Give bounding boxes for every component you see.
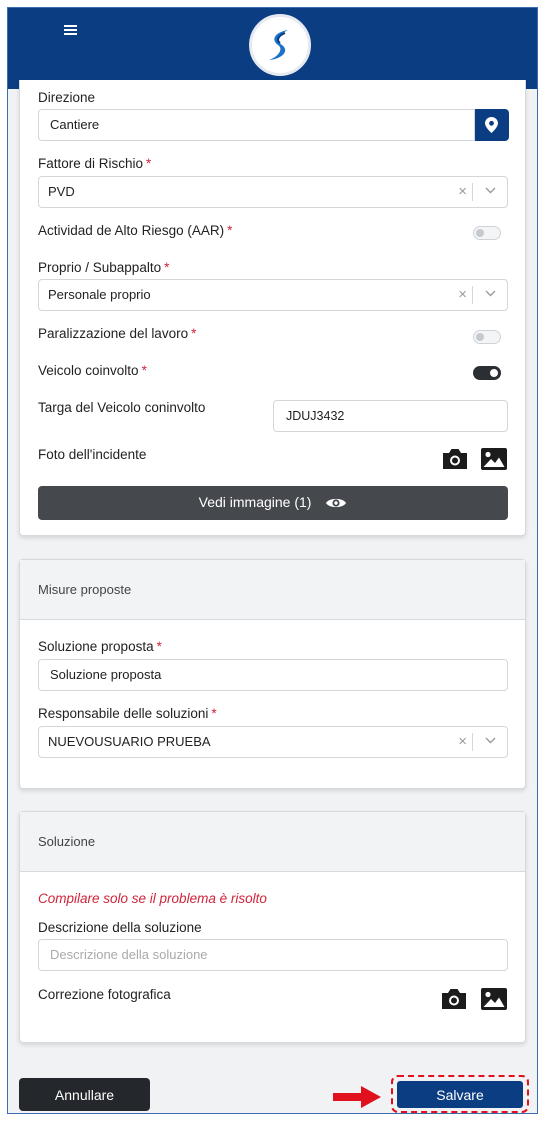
descrizione-input[interactable]: Descrizione della soluzione: [38, 939, 508, 971]
paralizzazione-label-text: Paralizzazione del lavoro: [38, 326, 189, 341]
proposed-measures-card: Misure proposte Soluzione proposta * Solu…: [19, 559, 526, 789]
view-image-label: Vedi immagine (1): [198, 494, 312, 510]
image-icon[interactable]: [480, 447, 508, 471]
chevron-down-icon[interactable]: [485, 290, 496, 297]
app-header: [8, 8, 537, 89]
proprio-value: Personale proprio: [48, 287, 151, 302]
select-separator: [472, 183, 473, 201]
app-frame: Direzione Cantiere Fattore di Rischio * P…: [7, 7, 538, 1114]
alto-riesgo-label: Actividad de Alto Riesgo (AAR) *: [38, 223, 232, 238]
incident-details-card: Direzione Cantiere Fattore di Rischio * P…: [19, 80, 526, 536]
paralizzazione-toggle[interactable]: [473, 330, 501, 344]
soluzione-proposta-label: Soluzione proposta *: [38, 639, 162, 654]
proprio-label-text: Proprio / Subappalto: [38, 260, 162, 275]
veicolo-toggle[interactable]: [473, 366, 501, 380]
soluzione-proposta-input[interactable]: Soluzione proposta: [38, 659, 508, 691]
proposed-measures-title: Misure proposte: [20, 560, 525, 620]
brand-s-logo: [254, 19, 306, 71]
required-mark: *: [141, 363, 147, 378]
select-separator: [472, 286, 473, 304]
required-mark: *: [211, 706, 217, 721]
foto-label: Foto dell'incidente: [38, 447, 147, 462]
correzione-label: Correzione fotografica: [38, 987, 171, 1002]
save-highlight: Salvare: [391, 1075, 529, 1113]
camera-icon[interactable]: [440, 987, 468, 1011]
clear-icon[interactable]: ×: [458, 733, 467, 750]
responsabile-value: NUEVOUSUARIO PRUEBA: [48, 734, 211, 749]
required-mark: *: [227, 223, 233, 238]
direzione-label: Direzione: [38, 90, 96, 105]
solution-title: Soluzione: [20, 812, 525, 872]
toggle-knob: [476, 229, 484, 237]
required-mark: *: [146, 156, 152, 171]
responsabile-select[interactable]: NUEVOUSUARIO PRUEBA ×: [38, 726, 508, 758]
paralizzazione-label: Paralizzazione del lavoro *: [38, 326, 196, 341]
toggle-knob: [490, 369, 498, 377]
responsabile-label: Responsabile delle soluzioni *: [38, 706, 217, 721]
hamburger-icon[interactable]: [64, 21, 82, 39]
eye-icon: [326, 498, 347, 508]
veicolo-label-text: Veicolo coinvolto: [38, 363, 139, 378]
clear-icon[interactable]: ×: [458, 183, 467, 200]
clear-icon[interactable]: ×: [458, 286, 467, 303]
direzione-input[interactable]: Cantiere: [38, 109, 475, 141]
descrizione-label: Descrizione della soluzione: [38, 920, 202, 935]
required-mark: *: [164, 260, 170, 275]
chevron-down-icon[interactable]: [485, 737, 496, 744]
brand-logo: [249, 14, 311, 76]
solution-note: Compilare solo se il problema è risolto: [38, 891, 267, 906]
fattore-rischio-label-text: Fattore di Rischio: [38, 156, 144, 171]
targa-input[interactable]: JDUJ3432: [273, 400, 508, 432]
soluzione-proposta-label-text: Soluzione proposta: [38, 639, 154, 654]
required-mark: *: [191, 326, 197, 341]
targa-label: Targa del Veicolo coninvolto: [38, 400, 206, 415]
fattore-rischio-value: PVD: [48, 184, 75, 199]
save-button[interactable]: Salvare: [397, 1081, 523, 1108]
proprio-label: Proprio / Subappalto *: [38, 260, 169, 275]
chevron-down-icon[interactable]: [485, 187, 496, 194]
required-mark: *: [156, 639, 162, 654]
solution-card: Soluzione Compilare solo se il problema …: [19, 811, 526, 1043]
camera-icon[interactable]: [441, 447, 469, 471]
cancel-button[interactable]: Annullare: [19, 1078, 150, 1111]
alto-riesgo-toggle[interactable]: [473, 226, 501, 240]
fattore-rischio-select[interactable]: PVD ×: [38, 176, 508, 208]
fattore-rischio-label: Fattore di Rischio *: [38, 156, 151, 171]
veicolo-label: Veicolo coinvolto *: [38, 363, 147, 378]
responsabile-label-text: Responsabile delle soluzioni: [38, 706, 209, 721]
alto-riesgo-label-text: Actividad de Alto Riesgo (AAR): [38, 223, 225, 238]
image-icon[interactable]: [480, 987, 508, 1011]
view-image-button[interactable]: Vedi immagine (1): [38, 486, 508, 520]
proprio-select[interactable]: Personale proprio ×: [38, 279, 508, 311]
map-pin-icon: [485, 117, 498, 133]
arrow-right-icon: [333, 1086, 381, 1108]
toggle-knob: [476, 333, 484, 341]
select-separator: [472, 733, 473, 751]
map-location-button[interactable]: [475, 109, 509, 141]
